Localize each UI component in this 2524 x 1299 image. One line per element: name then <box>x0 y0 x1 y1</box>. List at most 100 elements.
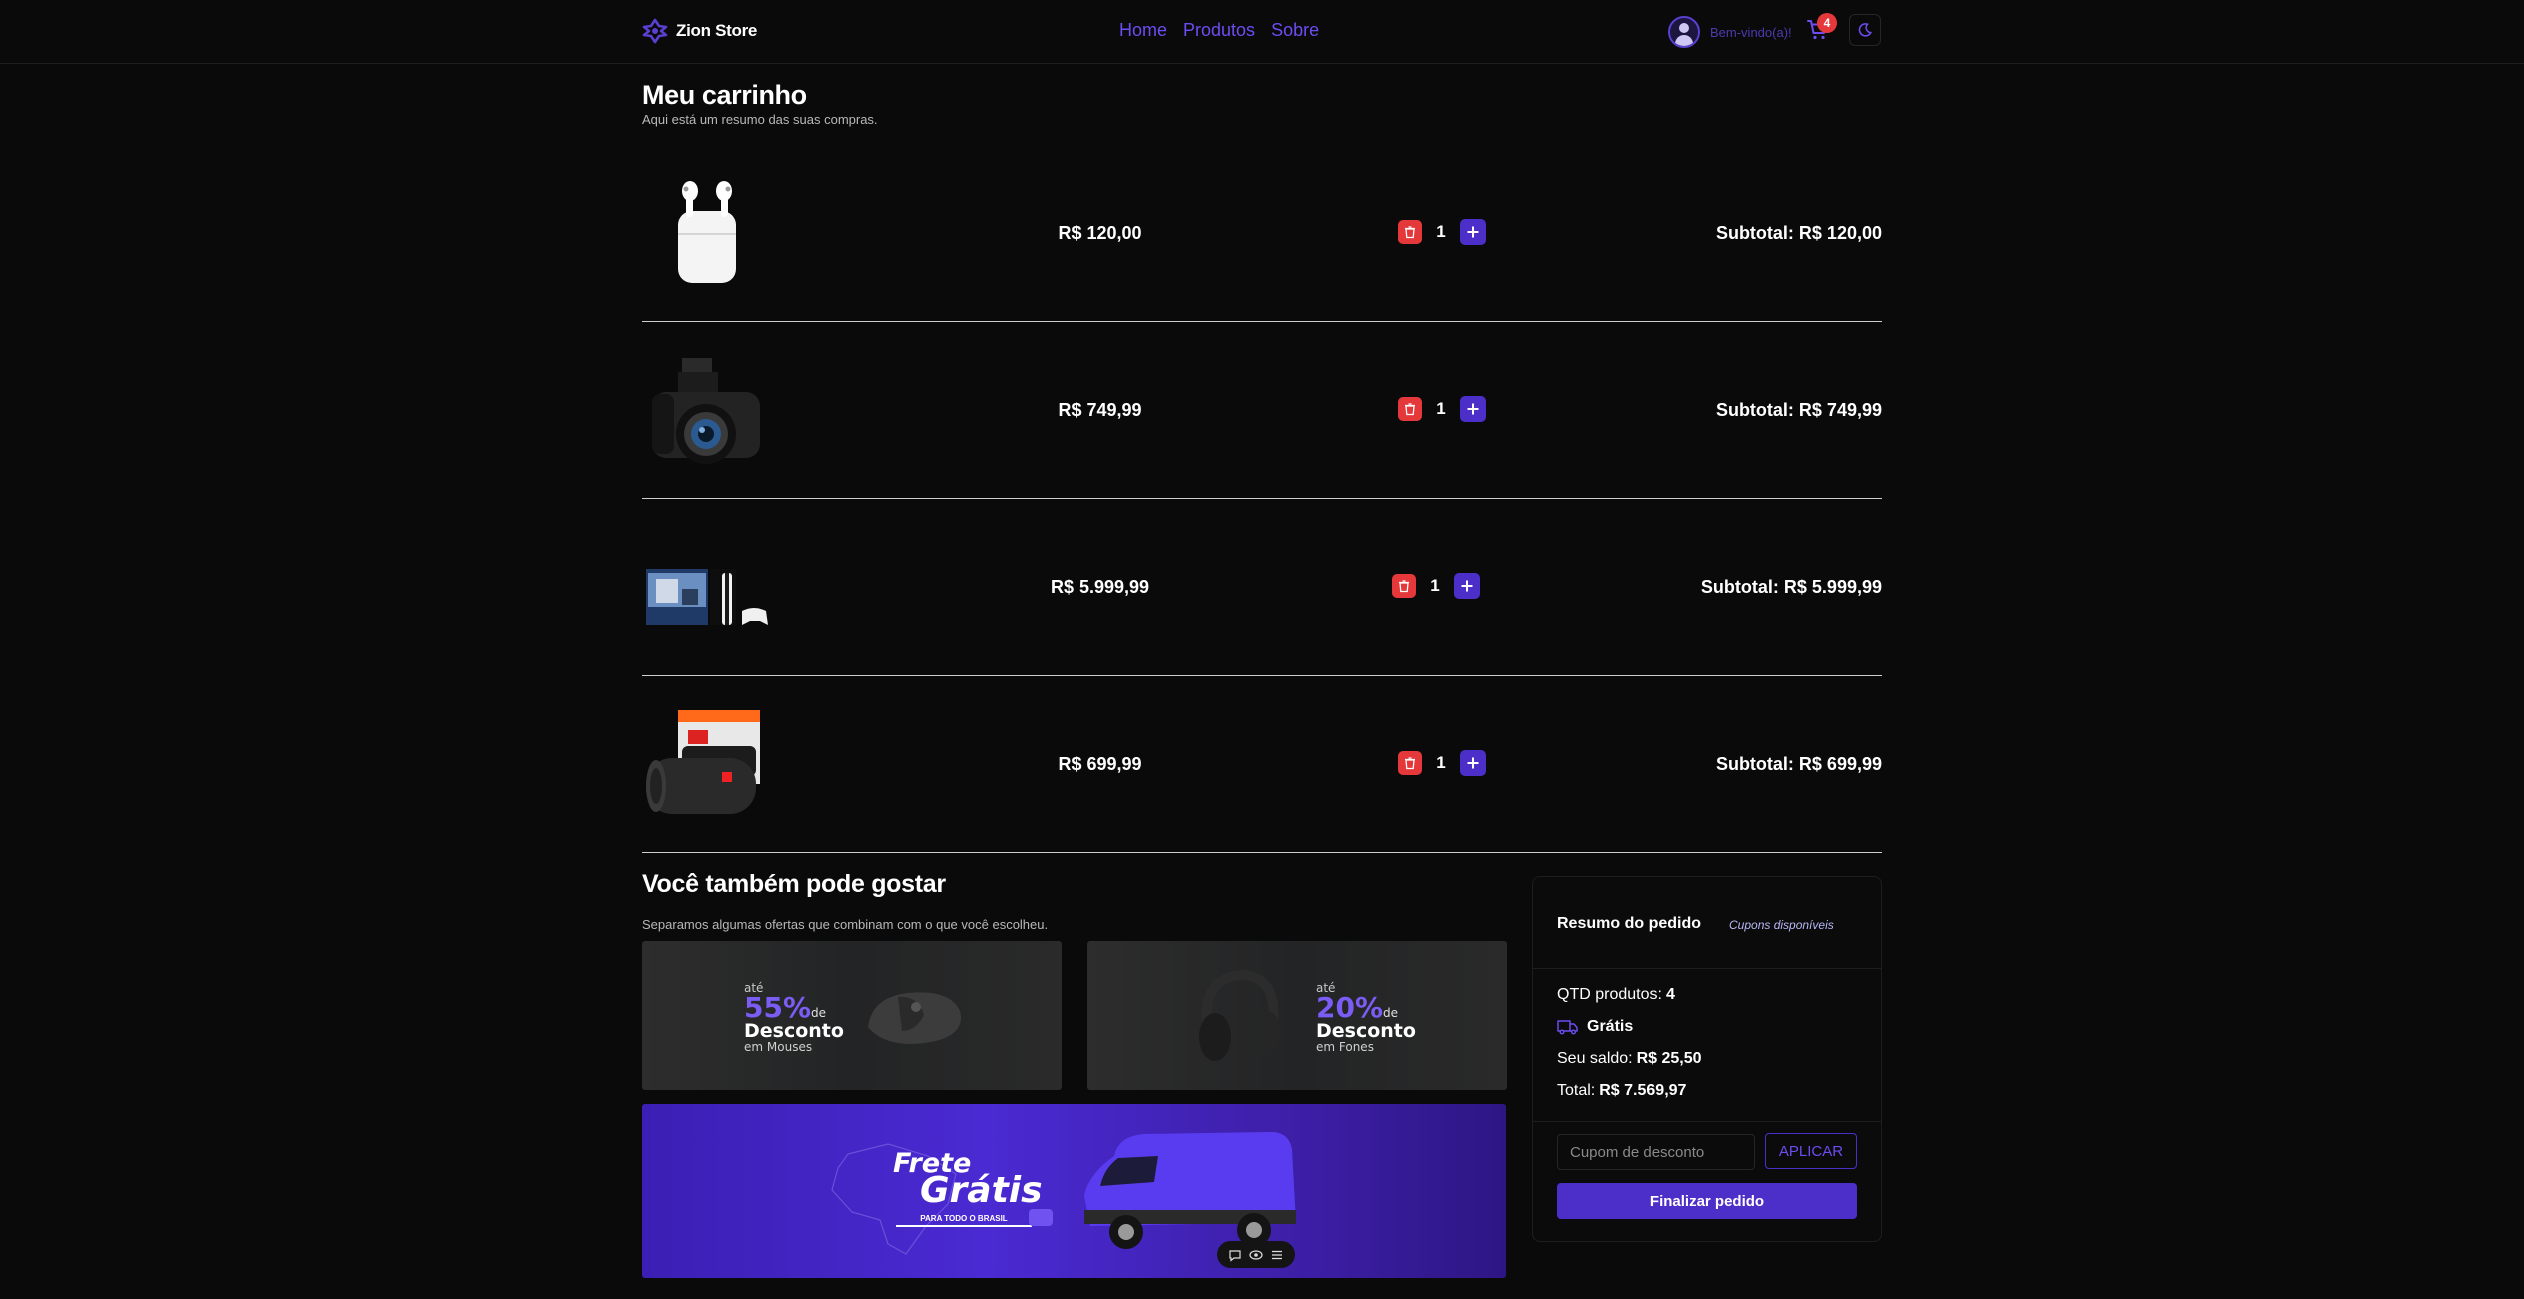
remove-item-button[interactable] <box>1398 220 1422 244</box>
cart-item-row: R$ 699,99 1 Subtotal: R$ 699,99 <box>642 676 1882 853</box>
balance-value: R$ 25,50 <box>1636 1050 1702 1067</box>
quantity-stepper: 1 <box>1366 573 1506 599</box>
qty-value: 4 <box>1665 986 1675 1003</box>
order-summary-card: Resumo do pedido Cupons disponíveis QTD … <box>1532 876 1882 1242</box>
airpods-image <box>678 181 736 283</box>
item-quantity: 1 <box>1436 753 1446 772</box>
promo-banner-mouses[interactable]: até 55%de Desconto em Mouses <box>642 941 1062 1090</box>
promo-text: até 20%de Desconto em Fones <box>1316 981 1416 1054</box>
item-subtotal: Subtotal: R$ 5.999,99 <box>1700 577 1882 597</box>
increase-quantity-button[interactable] <box>1460 219 1486 245</box>
item-subtotal: Subtotal: R$ 699,99 <box>1715 754 1882 774</box>
remove-item-button[interactable] <box>1398 397 1422 421</box>
theme-toggle-button[interactable] <box>1849 14 1881 46</box>
page-subtitle: Aqui está um resumo das suas compras. <box>642 112 878 127</box>
floating-toolbar <box>1217 1241 1295 1268</box>
balance-label: Seu saldo: <box>1557 1050 1633 1067</box>
van-image <box>1084 1132 1296 1249</box>
item-subtotal: Subtotal: R$ 749,99 <box>1715 400 1882 420</box>
item-quantity: 1 <box>1436 222 1446 241</box>
welcome-text: Bem-vindo(a)! <box>1710 24 1792 40</box>
nav-sobre[interactable]: Sobre <box>1271 20 1319 41</box>
main-nav: Home Produtos Sobre <box>1119 20 1319 41</box>
page-title: Meu carrinho <box>642 80 807 110</box>
camera-image <box>652 358 760 464</box>
summary-balance-line: Seu saldo: R$ 25,50 <box>1557 1043 1702 1075</box>
promo-text: até 55%de Desconto em Mouses <box>744 981 844 1054</box>
summary-shipping-line: Grátis <box>1557 1011 1702 1043</box>
plus-icon <box>1467 757 1479 769</box>
quantity-stepper: 1 <box>1372 750 1512 776</box>
brand[interactable]: Zion Store <box>642 18 757 44</box>
truck-icon <box>1557 1020 1578 1035</box>
item-price: R$ 699,99 <box>1058 754 1142 774</box>
promo-de: de <box>1383 1006 1399 1020</box>
nav-home[interactable]: Home <box>1119 20 1167 41</box>
item-price: R$ 749,99 <box>1058 400 1142 420</box>
item-price: R$ 5.999,99 <box>1050 577 1150 597</box>
summary-qty-line: QTD produtos: 4 <box>1557 979 1702 1011</box>
summary-total-line: Total: R$ 7.569,97 <box>1557 1075 1702 1107</box>
total-label: Total: <box>1557 1082 1596 1099</box>
item-quantity: 1 <box>1430 576 1440 595</box>
eye-icon[interactable] <box>1249 1248 1263 1262</box>
promo-banner-fones[interactable]: até 20%de Desconto em Fones <box>1087 941 1507 1090</box>
mouse-image <box>868 992 961 1044</box>
suggestions-title: Você também pode gostar <box>642 870 946 898</box>
promo-category: em Mouses <box>744 1040 813 1054</box>
shipping-value: Grátis <box>1587 1018 1634 1035</box>
quantity-stepper: 1 <box>1372 396 1512 422</box>
cart-item-row: R$ 120,00 1 Subtotal: R$ 120,00 <box>642 145 1882 322</box>
console-image <box>646 569 768 625</box>
remove-item-button[interactable] <box>1392 574 1416 598</box>
total-value: R$ 7.569,97 <box>1599 1082 1687 1099</box>
qty-label: QTD produtos: <box>1557 986 1662 1003</box>
headphone-image <box>1199 969 1281 1061</box>
plus-icon <box>1467 226 1479 238</box>
frete-title-line2: Grátis <box>920 1170 1043 1211</box>
brand-name: Zion Store <box>676 21 758 40</box>
cart-item-row: R$ 5.999,99 1 Subtotal: R$ 5.999,99 <box>642 499 1882 676</box>
promo-desc: Desconto <box>744 1020 844 1042</box>
increase-quantity-button[interactable] <box>1460 750 1486 776</box>
chat-icon[interactable] <box>1228 1248 1242 1262</box>
remove-item-button[interactable] <box>1398 751 1422 775</box>
summary-actions: APLICAR Finalizar pedido <box>1533 1121 1881 1219</box>
summary-details: QTD produtos: 4 Grátis Seu saldo: R$ 25,… <box>1557 979 1702 1107</box>
suggestions-subtitle: Separamos algumas ofertas que combinam c… <box>642 917 1049 932</box>
top-header: Zion Store Home Produtos Sobre Bem-vindo… <box>0 0 2524 64</box>
trash-icon <box>1405 757 1415 770</box>
user-menu[interactable]: Bem-vindo(a)! <box>1668 16 1792 48</box>
increase-quantity-button[interactable] <box>1460 396 1486 422</box>
coupon-input[interactable] <box>1557 1134 1755 1170</box>
promo-desc: Desconto <box>1316 1020 1416 1042</box>
cart-count-badge: 4 <box>1817 13 1837 33</box>
promo-category: em Fones <box>1316 1040 1374 1054</box>
cart-item-row: R$ 749,99 1 Subtotal: R$ 749,99 <box>642 322 1882 499</box>
speaker-image <box>646 710 760 814</box>
nav-produtos[interactable]: Produtos <box>1183 20 1255 41</box>
quantity-stepper: 1 <box>1372 219 1512 245</box>
apply-coupon-button[interactable]: APLICAR <box>1765 1133 1857 1169</box>
menu-icon[interactable] <box>1270 1248 1284 1262</box>
item-subtotal: Subtotal: R$ 120,00 <box>1715 223 1882 243</box>
available-coupons-link[interactable]: Cupons disponíveis <box>1729 918 1834 932</box>
free-shipping-banner[interactable]: Frete Grátis PARA TODO O BRASIL <box>642 1104 1506 1278</box>
logo-icon <box>642 18 668 44</box>
trash-icon <box>1405 226 1415 239</box>
summary-header: Resumo do pedido Cupons disponíveis <box>1533 877 1881 969</box>
avatar[interactable] <box>1668 16 1700 48</box>
trash-icon <box>1405 403 1415 416</box>
increase-quantity-button[interactable] <box>1454 573 1480 599</box>
item-price: R$ 120,00 <box>1058 223 1142 243</box>
plus-icon <box>1467 403 1479 415</box>
item-quantity: 1 <box>1436 399 1446 418</box>
moon-icon <box>1858 23 1872 37</box>
plus-icon <box>1461 580 1473 592</box>
trash-icon <box>1399 580 1409 593</box>
summary-title: Resumo do pedido <box>1557 915 1701 932</box>
promo-de: de <box>811 1006 827 1020</box>
frete-tagline: PARA TODO O BRASIL <box>896 1212 1032 1227</box>
truck-badge-icon <box>1029 1209 1053 1226</box>
checkout-button[interactable]: Finalizar pedido <box>1557 1183 1857 1219</box>
